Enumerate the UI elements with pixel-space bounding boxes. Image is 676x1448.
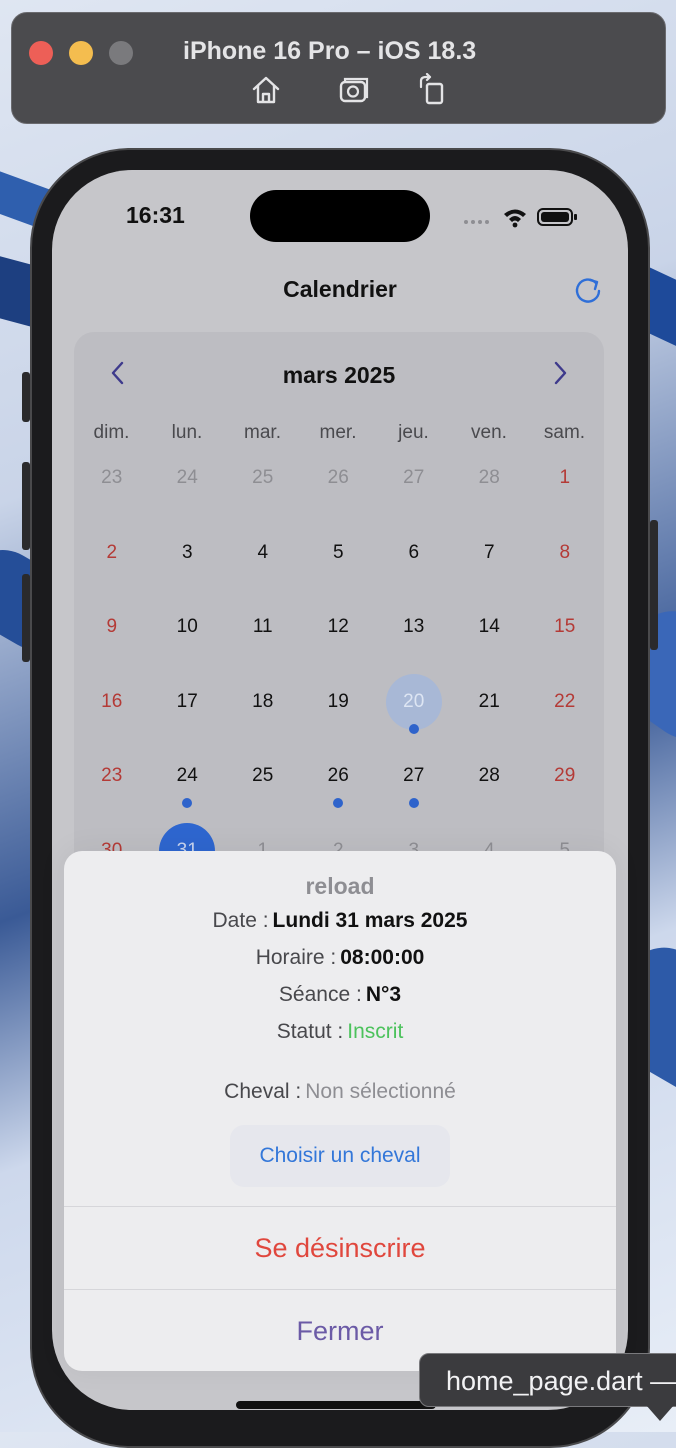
battery-icon bbox=[537, 208, 577, 226]
wifi-icon bbox=[504, 209, 526, 228]
time-row: Horaire :08:00:00 bbox=[64, 946, 616, 970]
event-dot bbox=[182, 798, 193, 808]
weekday-label: sam. bbox=[543, 422, 586, 443]
event-dot bbox=[333, 798, 344, 808]
calendar-day[interactable]: 8 bbox=[537, 525, 593, 581]
time-value: 08:00:00 bbox=[340, 946, 425, 969]
calendar-day[interactable]: 29 bbox=[537, 748, 593, 804]
month-label: mars 2025 bbox=[282, 362, 396, 388]
session-value: N°3 bbox=[365, 983, 402, 1006]
date-label: Date : bbox=[212, 909, 269, 932]
horse-value: Non sélectionné bbox=[305, 1080, 456, 1103]
status-time: 16:31 bbox=[126, 202, 185, 228]
next-month-button[interactable] bbox=[546, 356, 574, 390]
home-icon[interactable] bbox=[249, 73, 283, 107]
power-button bbox=[650, 520, 658, 650]
calendar-day[interactable]: 10 bbox=[159, 599, 215, 655]
calendar-day[interactable]: 3 bbox=[159, 525, 215, 581]
action-button bbox=[22, 372, 30, 422]
weekday-header: dim. lun. mar. mer. jeu. ven. sam. bbox=[74, 422, 604, 448]
calendar-day[interactable]: 26 bbox=[310, 748, 366, 804]
horse-label: Cheval : bbox=[224, 1080, 302, 1103]
calendar-day[interactable]: 18 bbox=[235, 674, 291, 730]
calendar-day[interactable]: 20 bbox=[385, 673, 442, 730]
home-indicator bbox=[236, 1401, 436, 1409]
calendar-day[interactable]: 17 bbox=[159, 674, 215, 730]
calendar-day[interactable]: 22 bbox=[537, 674, 593, 730]
status-value: Inscrit bbox=[347, 1020, 404, 1043]
calendar: mars 2025 dim. lun. mar. mer. jeu. ven. sam. 2… bbox=[74, 332, 604, 892]
calendar-day[interactable]: 19 bbox=[310, 674, 366, 730]
calendar-day[interactable]: 27 bbox=[386, 450, 442, 506]
event-dot bbox=[408, 723, 419, 734]
calendar-day[interactable]: 21 bbox=[461, 674, 517, 730]
dynamic-island bbox=[250, 190, 430, 242]
calendar-day[interactable]: 15 bbox=[537, 599, 593, 655]
calendar-day[interactable]: 6 bbox=[386, 525, 442, 581]
cellular-icon bbox=[464, 220, 489, 224]
calendar-day[interactable]: 14 bbox=[461, 599, 517, 655]
event-dot bbox=[408, 798, 419, 808]
unsubscribe-button[interactable]: Se désinscrire bbox=[64, 1233, 616, 1264]
status-row: Statut : Inscrit bbox=[64, 1020, 616, 1044]
calendar-day[interactable]: 13 bbox=[386, 599, 442, 655]
zoom-window-button[interactable] bbox=[109, 41, 133, 65]
calendar-day[interactable]: 24 bbox=[159, 748, 215, 804]
calendar-day[interactable]: 7 bbox=[461, 525, 517, 581]
choose-horse-button[interactable]: Choisir un cheval bbox=[230, 1125, 450, 1187]
minimize-window-button[interactable] bbox=[69, 41, 93, 65]
session-label: Séance : bbox=[278, 983, 362, 1006]
calendar-day[interactable]: 12 bbox=[310, 599, 366, 655]
calendar-day[interactable]: 11 bbox=[235, 599, 291, 655]
calendar-day[interactable]: 2 bbox=[84, 525, 140, 581]
screenshot-icon[interactable] bbox=[337, 73, 371, 107]
divider bbox=[64, 1206, 616, 1207]
volume-down-button bbox=[22, 574, 30, 662]
weekday-label: dim. bbox=[93, 422, 130, 443]
calendar-day[interactable]: 23 bbox=[84, 450, 140, 506]
file-tooltip: home_page.dart — bbox=[419, 1353, 676, 1407]
rotate-icon[interactable] bbox=[416, 72, 450, 107]
chevron-right-icon bbox=[554, 361, 567, 385]
simulator-title-bar: iPhone 16 Pro – iOS 18.3 bbox=[11, 12, 666, 124]
calendar-day[interactable]: 16 bbox=[84, 674, 140, 730]
date-row: Date : Lundi 31 mars 2025 bbox=[64, 909, 616, 933]
weekday-label: mar. bbox=[244, 422, 281, 443]
calendar-day[interactable]: 28 bbox=[461, 748, 517, 804]
page-title: Calendrier bbox=[283, 276, 397, 302]
calendar-day[interactable]: 1 bbox=[537, 450, 593, 506]
calendar-day[interactable]: 24 bbox=[159, 450, 215, 506]
close-window-button[interactable] bbox=[29, 41, 53, 65]
status-label: Statut : bbox=[276, 1020, 344, 1043]
close-button[interactable]: Fermer bbox=[64, 1316, 616, 1347]
tooltip-tail bbox=[646, 1405, 674, 1421]
simulator-title: iPhone 16 Pro – iOS 18.3 bbox=[183, 37, 477, 65]
calendar-day[interactable]: 28 bbox=[461, 450, 517, 506]
session-row: Séance : N°3 bbox=[64, 983, 616, 1007]
calendar-day[interactable]: 25 bbox=[235, 450, 291, 506]
volume-up-button bbox=[22, 462, 30, 550]
calendar-day[interactable]: 5 bbox=[310, 525, 366, 581]
session-detail-sheet: reload Date : Lundi 31 mars 2025 Horaire … bbox=[64, 851, 616, 1371]
status-icons bbox=[462, 206, 582, 228]
horse-row: Cheval : Non sélectionné bbox=[64, 1080, 616, 1104]
calendar-day[interactable]: 27 bbox=[386, 748, 442, 804]
divider bbox=[64, 1289, 616, 1290]
time-label: Horaire : bbox=[255, 946, 337, 969]
weekday-label: mer. bbox=[319, 422, 357, 443]
refresh-icon[interactable] bbox=[572, 274, 604, 306]
calendar-day[interactable]: 23 bbox=[84, 748, 140, 804]
weekday-label: jeu. bbox=[398, 422, 429, 443]
weekday-label: lun. bbox=[171, 422, 203, 443]
calendar-day[interactable]: 4 bbox=[235, 525, 291, 581]
sheet-title: reload bbox=[305, 873, 375, 899]
calendar-day[interactable]: 25 bbox=[235, 748, 291, 804]
date-value: Lundi 31 mars 2025 bbox=[272, 909, 468, 932]
calendar-day[interactable]: 9 bbox=[84, 599, 140, 655]
weekday-label: ven. bbox=[471, 422, 507, 443]
calendar-day[interactable]: 26 bbox=[310, 450, 366, 506]
